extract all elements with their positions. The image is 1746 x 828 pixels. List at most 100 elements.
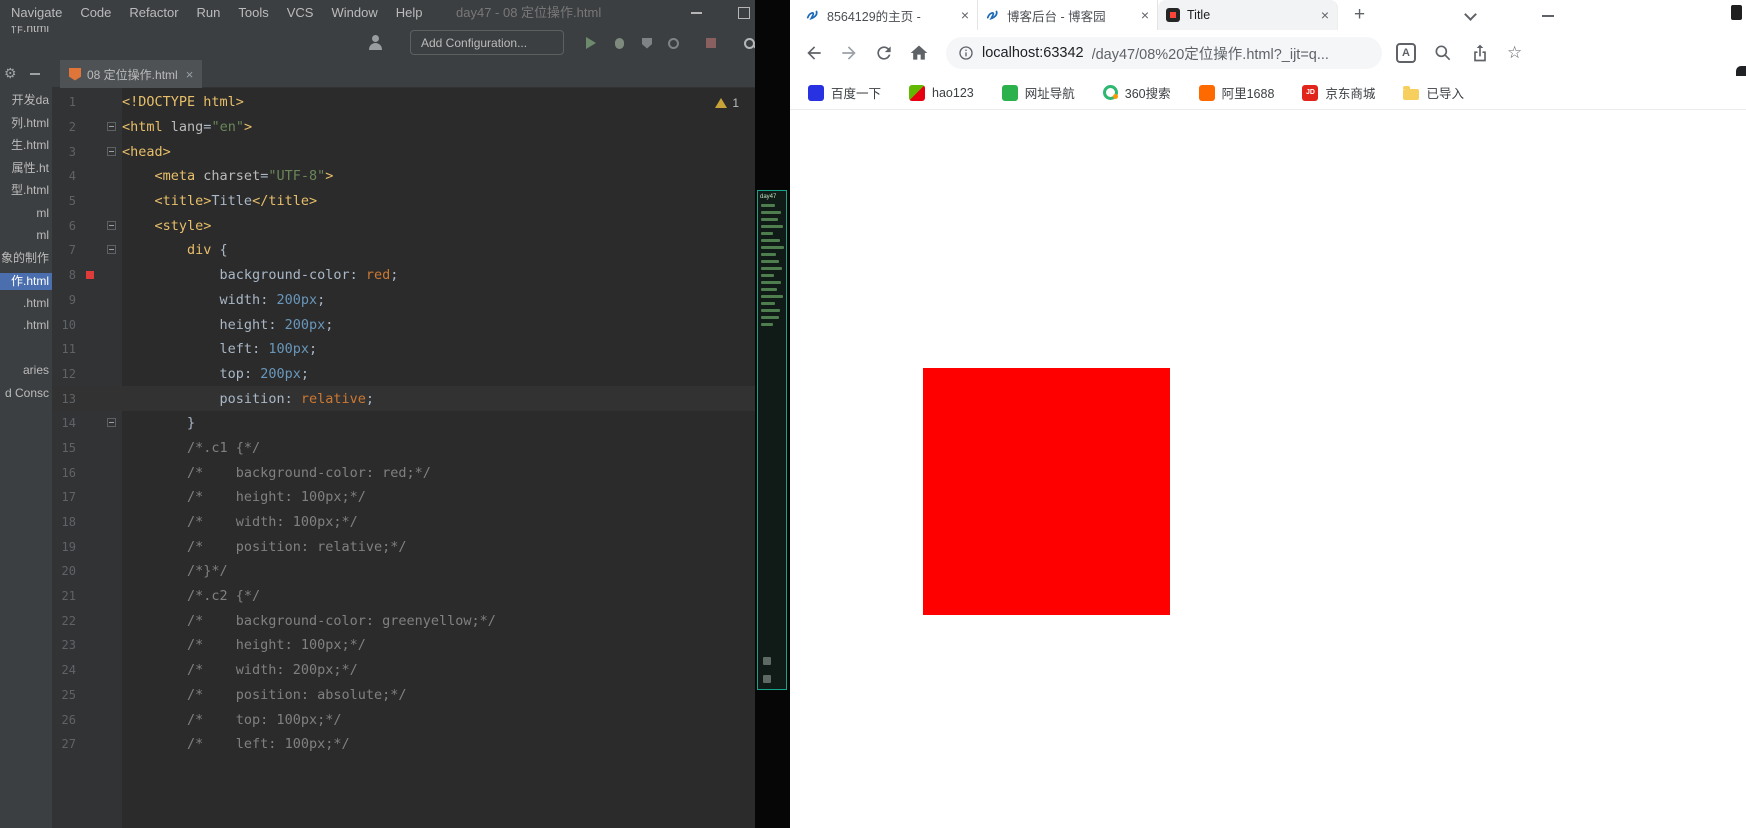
project-item[interactable]: 列.html (0, 115, 52, 132)
back-button[interactable] (804, 43, 824, 63)
fold-marker-icon[interactable] (107, 220, 116, 230)
project-item[interactable]: aries (0, 362, 52, 379)
bookmark-imported[interactable]: 已导入 (1403, 83, 1464, 102)
code-text[interactable]: <style> (122, 218, 212, 234)
code-text[interactable]: position: relative; (122, 391, 374, 407)
stop-button[interactable] (702, 35, 720, 51)
fold-marker-icon[interactable] (107, 245, 116, 255)
run-button[interactable] (582, 35, 600, 51)
code-text[interactable]: } (122, 415, 195, 431)
browser-tab[interactable]: 博客后台 - 博客园 × (978, 0, 1158, 30)
browser-tab[interactable]: 8564129的主页 - × (798, 0, 978, 30)
code-text[interactable]: /* background-color: red;*/ (122, 465, 431, 481)
bookmark-so360[interactable]: 360搜索 (1102, 83, 1171, 102)
code-text[interactable]: div { (122, 242, 228, 258)
fold-marker-icon[interactable] (107, 122, 116, 132)
menu-item-help[interactable]: Help (387, 0, 432, 26)
code-text[interactable]: /* height: 100px;*/ (122, 489, 366, 505)
bookmark-star-icon[interactable]: ☆ (1507, 43, 1522, 63)
project-item[interactable]: 象的制作 (0, 250, 52, 267)
bookmark-baidu[interactable]: 百度一下 (808, 83, 881, 102)
bookmark-label: 网址导航 (1024, 87, 1075, 101)
code-text[interactable]: background-color: red; (122, 267, 399, 283)
info-icon[interactable] (958, 45, 974, 61)
add-configuration-button[interactable]: Add Configuration... (410, 30, 564, 55)
project-item[interactable]: 型.html (0, 182, 52, 199)
color-swatch-red[interactable] (86, 271, 94, 280)
code-text[interactable]: /* background-color: greenyellow;*/ (122, 613, 496, 629)
code-text[interactable]: <title>Title</title> (122, 193, 318, 209)
new-tab-button[interactable]: + (1354, 0, 1365, 30)
address-bar[interactable]: localhost:63342/day47/08%20定位操作.html?_ij… (946, 37, 1382, 69)
bookmark-jd[interactable]: JD 京东商城 (1302, 83, 1375, 102)
project-item[interactable]: 开发da (0, 92, 52, 109)
code-text[interactable]: left: 100px; (122, 341, 318, 357)
code-text[interactable]: /* height: 100px;*/ (122, 637, 366, 653)
code-text[interactable]: <meta charset="UTF-8"> (122, 168, 334, 184)
code-text[interactable]: <!DOCTYPE html> (122, 94, 244, 110)
zoom-icon[interactable] (1433, 43, 1453, 63)
code-text[interactable]: /*.c1 {*/ (122, 440, 260, 456)
code-text[interactable]: height: 200px; (122, 317, 334, 333)
code-text[interactable]: /* top: 100px;*/ (122, 712, 341, 728)
code-text[interactable]: /* left: 100px;*/ (122, 736, 350, 752)
project-item[interactable]: 属性.ht (0, 160, 52, 177)
share-icon[interactable] (1470, 43, 1490, 63)
home-button[interactable] (909, 43, 929, 63)
profiler-button[interactable] (664, 35, 682, 51)
menu-item-run[interactable]: Run (188, 0, 230, 26)
menu-item-tools[interactable]: Tools (229, 0, 277, 26)
project-item[interactable]: 生.html (0, 137, 52, 154)
bookmark-ali1688[interactable]: 阿里1688 (1198, 83, 1274, 102)
tab-close-icon[interactable]: × (186, 67, 194, 82)
bookmark-hao123[interactable]: hao123 (909, 84, 974, 101)
reload-button[interactable] (874, 43, 894, 63)
code-text[interactable]: <head> (122, 144, 171, 160)
project-item[interactable]: 作.html (0, 26, 52, 37)
fold-marker-icon[interactable] (107, 418, 116, 428)
menu-item-refactor[interactable]: Refactor (120, 0, 187, 26)
collapse-icon[interactable] (30, 73, 40, 75)
code-editor[interactable]: 1 <!DOCTYPE html> 2 <html lang="en"> 3 <head>… (52, 88, 755, 828)
browser-minimize-button[interactable] (1542, 15, 1554, 17)
code-text[interactable]: /* position: relative;*/ (122, 539, 406, 555)
browser-tab-active[interactable]: Title × (1158, 0, 1338, 30)
editor-tab[interactable]: 08 定位操作.html × (60, 60, 203, 88)
code-line: 24 /* width: 200px;*/ (52, 658, 755, 683)
menu-item-vcs[interactable]: VCS (278, 0, 323, 26)
tab-close-icon[interactable]: × (1141, 7, 1149, 23)
project-item[interactable]: .html (0, 295, 52, 312)
warning-indicator[interactable]: 1 (715, 96, 739, 110)
code-text[interactable]: top: 200px; (122, 366, 309, 382)
code-text[interactable]: /* position: absolute;*/ (122, 687, 406, 703)
menu-item-navigate[interactable]: Navigate (2, 0, 71, 26)
project-item-selected[interactable]: 作.html (0, 273, 52, 290)
tab-close-icon[interactable]: × (1321, 7, 1329, 23)
coverage-button[interactable] (638, 35, 656, 51)
debug-button[interactable] (610, 35, 628, 51)
bookmark-label: 已导入 (1426, 87, 1464, 101)
browser-corner-button[interactable] (1731, 5, 1742, 20)
code-text[interactable]: <html lang="en"> (122, 119, 252, 135)
translate-icon[interactable]: A (1396, 43, 1416, 63)
tab-list-chevron-icon[interactable] (1464, 8, 1477, 21)
project-item[interactable]: d Consc (0, 385, 52, 402)
bookmark-wangzhi-daohang[interactable]: 网址导航 (1001, 83, 1075, 102)
tab-close-icon[interactable]: × (961, 7, 969, 23)
ide-minimize-button[interactable] (672, 0, 720, 26)
menu-item-code[interactable]: Code (71, 0, 120, 26)
user-settings-icon[interactable] (368, 34, 384, 50)
code-text[interactable]: /* width: 200px;*/ (122, 662, 358, 678)
window-preview-overlay[interactable]: day47 (757, 190, 787, 690)
project-item[interactable]: .html (0, 317, 52, 334)
project-item[interactable]: ml (0, 227, 52, 244)
forward-button[interactable] (839, 43, 859, 63)
code-text[interactable]: /*}*/ (122, 563, 228, 579)
menu-item-window[interactable]: Window (322, 0, 386, 26)
code-text[interactable]: /*.c2 {*/ (122, 588, 260, 604)
code-text[interactable]: /* width: 100px;*/ (122, 514, 358, 530)
project-item[interactable]: ml (0, 205, 52, 222)
fold-marker-icon[interactable] (107, 146, 116, 156)
code-text[interactable]: width: 200px; (122, 292, 326, 308)
gear-icon[interactable]: ⚙ (4, 66, 17, 80)
